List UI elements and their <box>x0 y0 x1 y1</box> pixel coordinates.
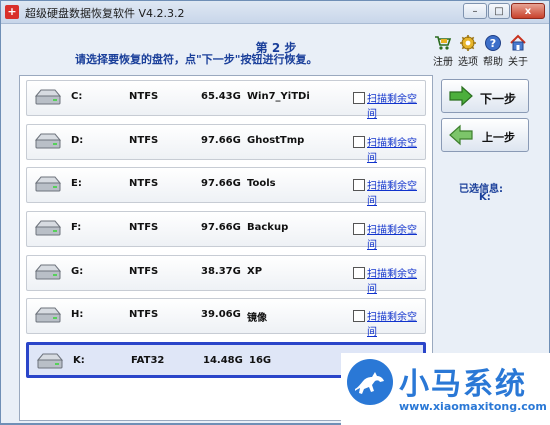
scan-free-space-link[interactable]: 扫描剩余空间 <box>367 308 425 338</box>
scan-free-space-checkbox[interactable] <box>353 136 365 148</box>
horse-logo-icon <box>347 359 393 405</box>
prev-step-button[interactable]: 上一步 <box>441 118 529 152</box>
scan-free-space-link[interactable]: 扫描剩余空间 <box>367 134 425 164</box>
drive-label: GhostTmp <box>247 135 305 146</box>
drive-row[interactable]: E: NTFS 97.66G Tools 扫描剩余空间 <box>26 167 426 207</box>
drive-row[interactable]: H: NTFS 39.06G 镜像 扫描剩余空间 <box>26 298 426 338</box>
drive-row[interactable]: F: NTFS 97.66G Backup 扫描剩余空间 <box>26 211 426 251</box>
drive-label: Win7_YiTDi <box>247 91 310 102</box>
watermark-brand: 小马系统 <box>399 367 527 402</box>
close-button[interactable]: x <box>511 3 545 19</box>
watermark-url: www.xiaomaxitong.com <box>399 400 547 413</box>
arrow-right-icon <box>449 85 473 107</box>
drive-filesystem: NTFS <box>129 266 159 277</box>
scan-free-space-checkbox[interactable] <box>353 223 365 235</box>
app-window: + 超级硬盘数据恢复软件 V4.2.3.2 – □ x 第 2 步 请选择要恢复… <box>0 0 550 425</box>
app-icon: + <box>5 5 19 19</box>
about-label: 关于 <box>508 57 528 68</box>
drive-size: 97.66G <box>201 222 241 233</box>
drive-label: Backup <box>247 222 289 233</box>
help-label: 帮助 <box>483 57 503 68</box>
hard-drive-icon <box>34 220 62 236</box>
scan-free-space-checkbox[interactable] <box>353 310 365 322</box>
drive-filesystem: NTFS <box>129 309 159 320</box>
options-label: 选项 <box>458 57 478 68</box>
scan-free-space-checkbox[interactable] <box>353 92 365 104</box>
drive-filesystem: NTFS <box>129 91 159 102</box>
about-button[interactable]: 关于 <box>504 34 532 68</box>
prev-step-label: 上一步 <box>482 131 515 144</box>
scan-free-space-link[interactable]: 扫描剩余空间 <box>367 221 425 251</box>
drive-filesystem: FAT32 <box>131 355 165 366</box>
drive-size: 39.06G <box>201 309 241 320</box>
maximize-button[interactable]: □ <box>488 3 510 19</box>
drive-letter: F: <box>71 222 82 233</box>
cart-icon <box>435 36 452 50</box>
help-icon: ? <box>485 35 501 51</box>
drive-row[interactable]: D: NTFS 97.66G GhostTmp 扫描剩余空间 <box>26 124 426 164</box>
minimize-button[interactable]: – <box>463 3 487 19</box>
scan-free-space-checkbox[interactable] <box>353 179 365 191</box>
scan-free-space-link[interactable]: 扫描剩余空间 <box>367 265 425 295</box>
drive-filesystem: NTFS <box>129 222 159 233</box>
hard-drive-icon <box>34 176 62 192</box>
arrow-left-icon <box>449 124 473 146</box>
next-step-label: 下一步 <box>480 92 517 106</box>
options-button[interactable]: 选项 <box>454 34 482 68</box>
drive-letter: G: <box>71 266 84 277</box>
drive-filesystem: NTFS <box>129 135 159 146</box>
drive-label: Tools <box>247 178 276 189</box>
drive-label: XP <box>247 266 263 277</box>
svg-text:?: ? <box>490 37 496 50</box>
hard-drive-icon <box>34 133 62 149</box>
drive-row[interactable]: G: NTFS 38.37G XP 扫描剩余空间 <box>26 255 426 295</box>
drive-label: 16G <box>249 355 272 366</box>
gear-icon <box>460 35 476 51</box>
drive-filesystem: NTFS <box>129 178 159 189</box>
selected-info-value: K: <box>479 192 491 203</box>
drive-row[interactable]: C: NTFS 65.43G Win7_YiTDi 扫描剩余空间 <box>26 80 426 120</box>
drive-size: 65.43G <box>201 91 241 102</box>
drive-letter: C: <box>71 91 83 102</box>
help-button[interactable]: ? 帮助 <box>479 34 507 68</box>
step-description: 请选择要恢复的盘符，点"下一步"按钮进行恢复。 <box>75 53 318 66</box>
hard-drive-icon <box>34 264 62 280</box>
drive-letter: E: <box>71 178 82 189</box>
title-bar[interactable]: + 超级硬盘数据恢复软件 V4.2.3.2 – □ x <box>1 1 549 24</box>
register-label: 注册 <box>433 57 453 68</box>
scan-free-space-checkbox[interactable] <box>353 267 365 279</box>
drive-label: 镜像 <box>247 313 267 324</box>
hard-drive-icon <box>34 307 62 323</box>
hard-drive-icon <box>34 89 62 105</box>
scan-free-space-link[interactable]: 扫描剩余空间 <box>367 177 425 207</box>
drive-letter: K: <box>73 355 85 366</box>
scan-free-space-link[interactable]: 扫描剩余空间 <box>367 90 425 120</box>
drive-letter: D: <box>71 135 84 146</box>
register-button[interactable]: 注册 <box>429 34 457 68</box>
window-title: 超级硬盘数据恢复软件 V4.2.3.2 <box>25 7 185 20</box>
next-step-button[interactable]: 下一步 <box>441 79 529 113</box>
drive-size: 14.48G <box>203 355 243 366</box>
house-icon <box>510 34 526 51</box>
drive-letter: H: <box>71 309 84 320</box>
hard-drive-icon <box>36 353 64 369</box>
drive-size: 97.66G <box>201 178 241 189</box>
drive-size: 97.66G <box>201 135 241 146</box>
drive-size: 38.37G <box>201 266 241 277</box>
watermark: 小马系统 www.xiaomaxitong.com <box>341 353 550 425</box>
